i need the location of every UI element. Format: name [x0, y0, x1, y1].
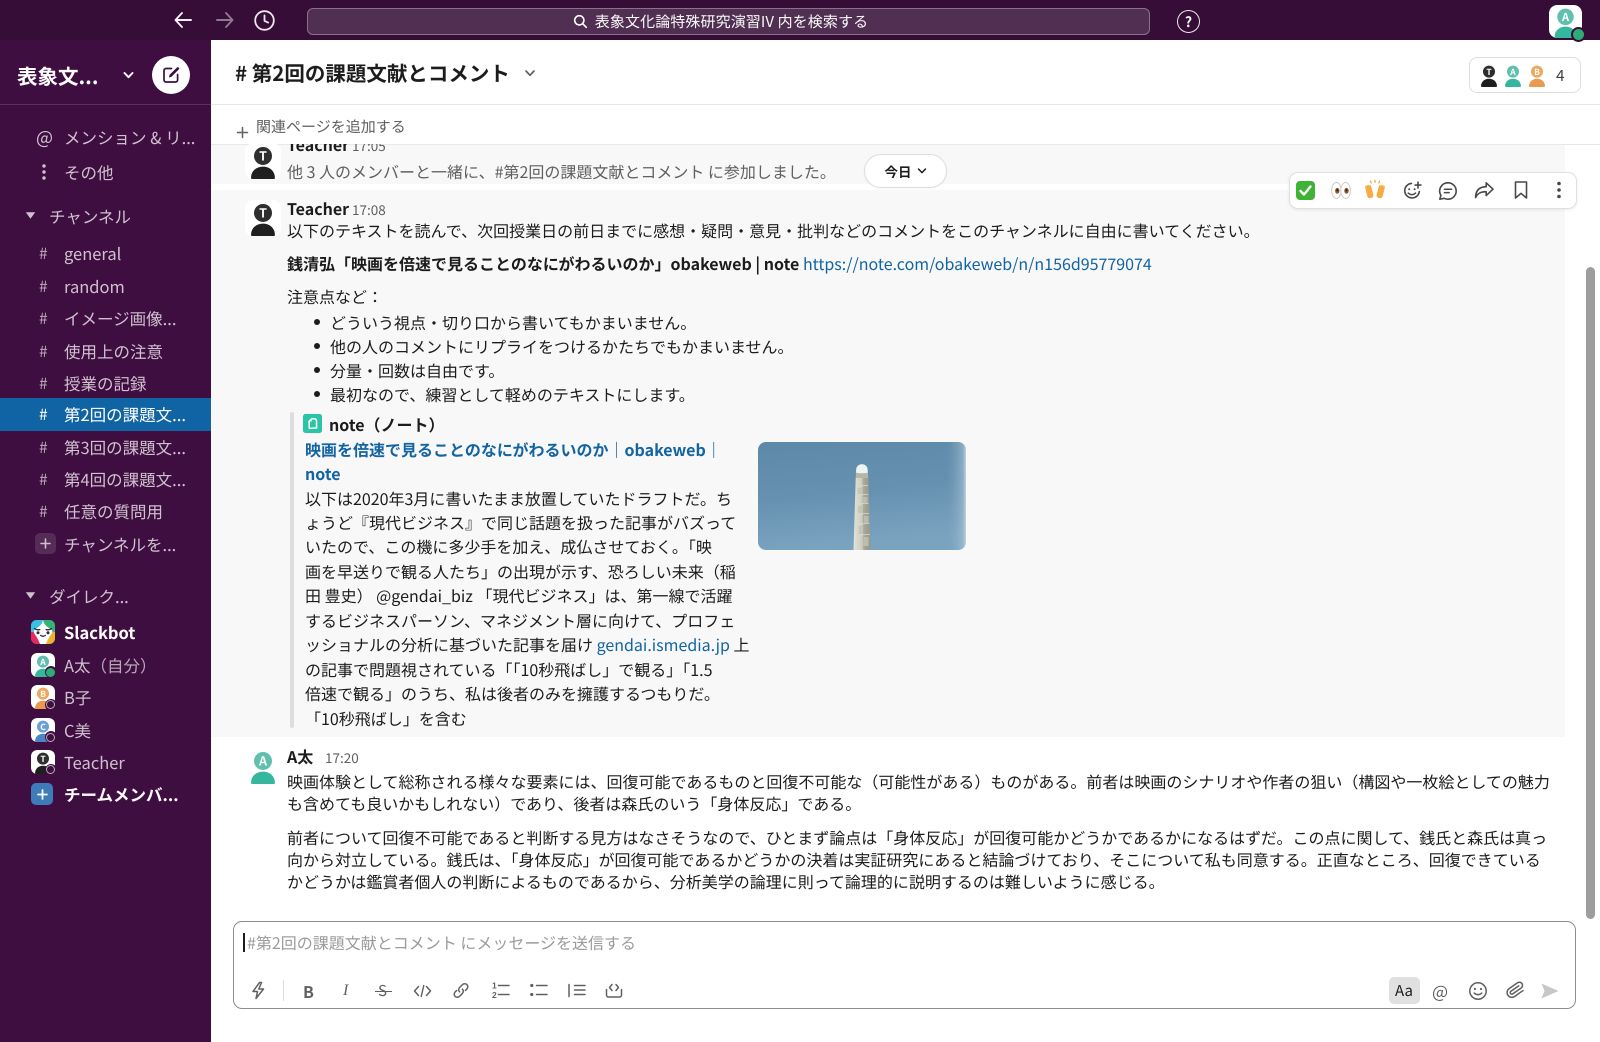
svg-text:A: A — [39, 655, 46, 667]
svg-text:2: 2 — [492, 990, 497, 999]
svg-text:B: B — [1534, 66, 1540, 78]
svg-text:T: T — [1486, 66, 1492, 78]
svg-text:A: A — [1561, 9, 1570, 25]
svg-text:T: T — [40, 753, 46, 765]
svg-text:A: A — [1509, 66, 1516, 78]
svg-text:A: A — [258, 751, 268, 770]
svg-text:T: T — [259, 146, 267, 165]
svg-text:T: T — [259, 203, 267, 222]
svg-text:C: C — [40, 720, 46, 732]
svg-text:B: B — [40, 688, 46, 700]
